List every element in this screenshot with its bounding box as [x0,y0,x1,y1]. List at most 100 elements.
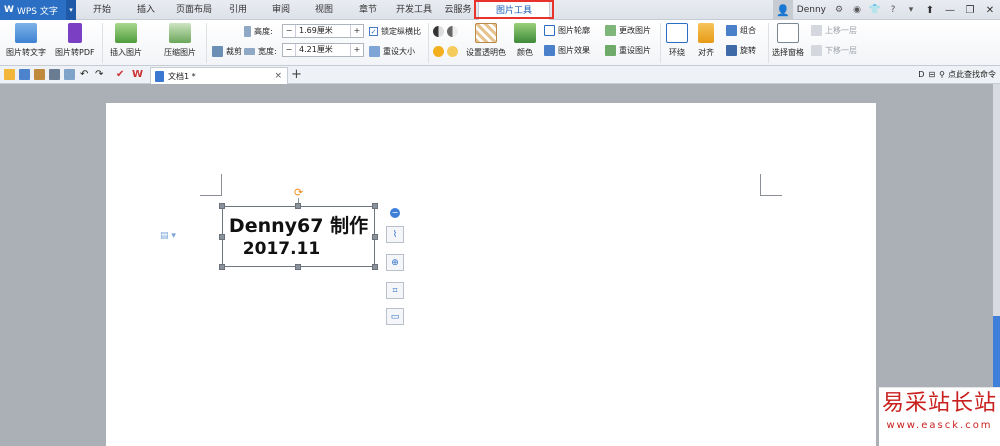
selected-picture[interactable]: Denny67 制作 2017.11 [222,206,375,267]
picture-outline-button[interactable]: 图片轮廓 [544,25,590,36]
width-decrease-button[interactable]: − [283,44,296,56]
contrast-down-icon[interactable] [447,26,458,37]
tab-page-layout[interactable]: 页面布局 [172,0,216,20]
sync-icon[interactable]: ◉ [851,4,863,16]
open-icon[interactable] [4,69,15,80]
height-input[interactable]: 1.69厘米 [296,25,350,37]
border-icon: ▭ [390,311,400,322]
group-button[interactable]: 组合 [726,25,756,36]
print-preview-icon[interactable] [64,69,75,80]
set-transparent-button[interactable]: 设置透明色 [466,23,506,58]
print-icon[interactable] [49,69,60,80]
bring-forward-button[interactable]: 上移一层 [811,25,857,36]
pic-to-pdf-button[interactable]: 图片转PDF [55,23,95,58]
scrollbar-thumb[interactable] [993,316,1000,394]
pic-to-pdf-label: 图片转PDF [55,48,95,57]
document-page[interactable] [106,103,876,446]
avatar[interactable]: 👤 [772,0,793,20]
layout-options-button[interactable]: ⌇ [386,226,404,243]
pic-to-text-icon [15,23,37,43]
color-button[interactable]: 颜色 [514,23,536,58]
resize-handle-n[interactable] [295,203,301,209]
crop-button[interactable]: 裁剪 [212,46,242,57]
resize-handle-e[interactable] [372,234,378,240]
resize-handle-ne[interactable] [372,203,378,209]
divider [660,23,661,63]
tab-insert[interactable]: 插入 [130,0,162,20]
width-increase-button[interactable]: + [350,44,363,56]
picture-effect-button[interactable]: 图片效果 [544,45,590,56]
help-icon[interactable]: ? [887,4,899,16]
change-picture-icon [605,25,616,36]
tab-view[interactable]: 视图 [308,0,340,20]
resize-handle-sw[interactable] [219,264,225,270]
minimize-icon[interactable]: — [940,0,960,20]
tab-sections[interactable]: 章节 [352,0,384,20]
resize-handle-w[interactable] [219,234,225,240]
user-name[interactable]: Denny [797,5,826,15]
rotate-button[interactable]: 旋转 [726,45,756,56]
contrast-up-icon[interactable] [433,26,444,37]
document-icon [155,70,164,82]
pic-to-text-button[interactable]: 图片转文字 [6,23,46,58]
lock-ratio-checkbox[interactable]: ✓ 锁定纵横比 [369,26,421,37]
reset-picture-button[interactable]: 重设图片 [605,45,651,56]
restore-ribbon-icon[interactable]: ⬆ [920,0,940,20]
brightness-buttons[interactable] [433,46,461,57]
pin-icon[interactable]: ✔ [116,69,127,80]
panel-icon[interactable]: D [918,70,924,79]
tab-references[interactable]: 引用 [224,0,252,20]
selection-pane-button[interactable]: 选择窗格 [772,23,804,58]
border-float-button[interactable]: ▭ [386,308,404,325]
paragraph-anchor-icon[interactable]: ▤ ▾ [160,231,176,241]
add-tab-button[interactable]: + [291,67,302,82]
tab-developer[interactable]: 开发工具 [392,0,436,20]
skin-icon[interactable]: 👕 [869,4,881,16]
crop-icon [212,46,223,57]
zoom-preview-button[interactable]: ⊕ [386,254,404,271]
find-command[interactable]: D ⊟ ⚲ 点此查找命令 [918,69,996,80]
width-spinner[interactable]: − 4.21厘米 + [282,43,364,57]
width-input[interactable]: 4.21厘米 [296,44,350,56]
height-decrease-button[interactable]: − [283,25,296,37]
document-tab-label: 文档1 * [168,71,196,81]
find-command-label: 点此查找命令 [948,70,996,79]
contrast-buttons[interactable] [433,26,461,37]
rotate-handle-icon[interactable]: ⟳ [294,187,304,198]
chevron-down-icon[interactable]: ▾ [66,0,76,20]
resize-handle-nw[interactable] [219,203,225,209]
align-button[interactable]: 对齐 [698,23,714,58]
tab-review[interactable]: 审阅 [265,0,297,20]
close-tab-icon[interactable]: × [274,71,282,81]
collapse-float-toolbar-icon[interactable]: − [390,208,400,218]
close-icon[interactable]: ✕ [980,0,1000,20]
compress-picture-button[interactable]: 压缩图片 [164,23,196,58]
wrap-button[interactable]: 环绕 [666,23,688,58]
maximize-icon[interactable]: ❐ [960,0,980,20]
layout-icon[interactable]: ⊟ [928,70,935,79]
app-menu-button[interactable]: W WPS 文字 ▾ [0,0,76,20]
send-backward-button[interactable]: 下移一层 [811,45,857,56]
reset-size-button[interactable]: 重设大小 [369,46,415,57]
pic-to-text-label: 图片转文字 [6,48,46,57]
tab-start[interactable]: 开始 [86,0,118,20]
crop-float-button[interactable]: ⌗ [386,282,404,299]
tab-picture-tools[interactable]: 图片工具 [478,0,550,21]
more-icon[interactable]: ▾ [905,4,917,16]
settings-icon[interactable]: ⚙ [833,4,845,16]
wps-w-icon[interactable]: W [132,69,143,80]
height-spinner[interactable]: − 1.69厘米 + [282,24,364,38]
tab-cloud[interactable]: 云服务 [440,0,476,20]
save-as-icon[interactable] [34,69,45,80]
change-picture-button[interactable]: 更改图片 [605,25,651,36]
resize-handle-se[interactable] [372,264,378,270]
undo-icon[interactable]: ↶ [80,69,91,80]
brightness-down-icon[interactable] [447,46,458,57]
brightness-up-icon[interactable] [433,46,444,57]
save-icon[interactable] [19,69,30,80]
resize-handle-s[interactable] [295,264,301,270]
redo-icon[interactable]: ↷ [95,69,106,80]
height-increase-button[interactable]: + [350,25,363,37]
document-tab[interactable]: 文档1 * × [150,67,288,84]
insert-picture-button[interactable]: 插入图片 [110,23,142,58]
